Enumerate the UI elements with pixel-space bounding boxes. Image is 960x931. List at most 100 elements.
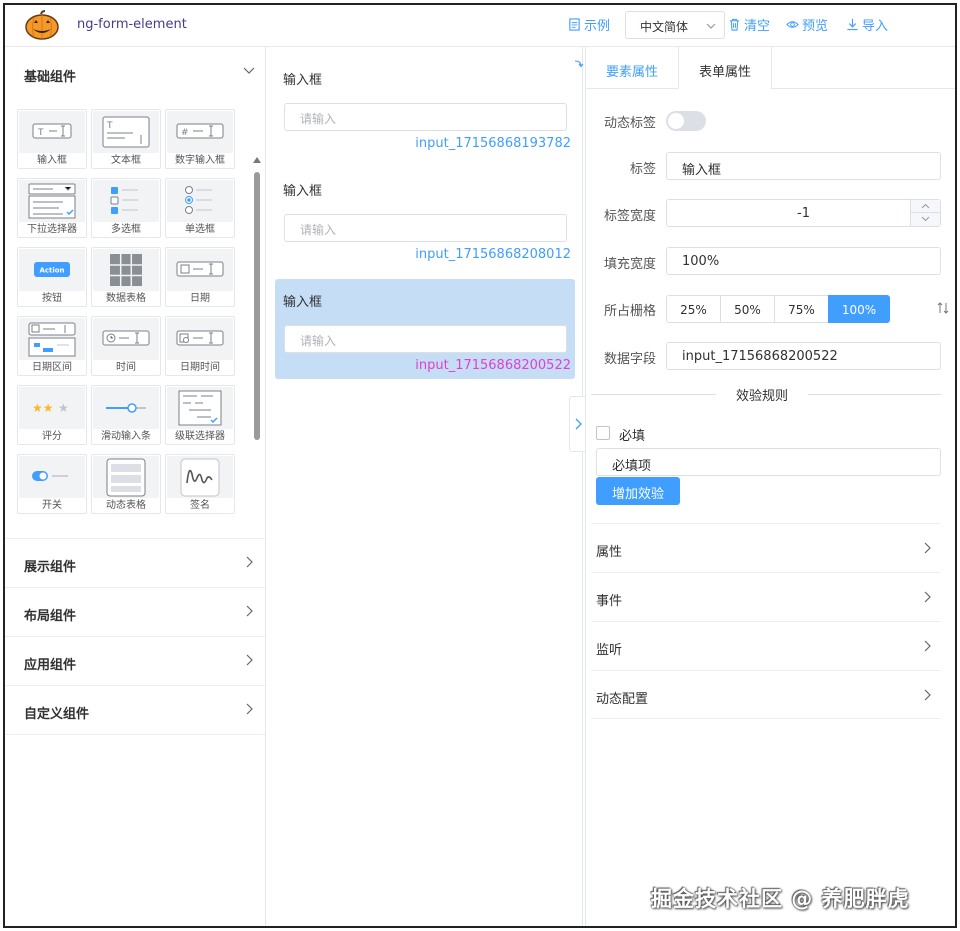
component-tile[interactable]: ★★ ★ 评分: [17, 385, 87, 445]
preview-label: 预览: [802, 19, 829, 34]
label-width-value: -1: [797, 206, 810, 221]
chevron-right-icon: [575, 418, 582, 430]
component-label: 评分: [42, 431, 62, 442]
component-label: 级联选择器: [175, 431, 225, 442]
component-tile[interactable]: T 文本框: [91, 109, 161, 169]
chevron-up-icon[interactable]: [921, 203, 930, 209]
language-value: 中文简体: [640, 20, 689, 34]
component-tile[interactable]: 时间: [91, 316, 161, 376]
section-label: 应用组件: [24, 658, 77, 673]
form-item-input[interactable]: 请输入: [284, 103, 567, 131]
grid-span-selector: 25% 50% 75% 100%: [666, 295, 890, 323]
clear-button[interactable]: 清空: [728, 15, 770, 34]
sort-icon[interactable]: [936, 301, 950, 315]
component-tile[interactable]: 开关: [17, 454, 87, 514]
import-button[interactable]: 导入: [846, 15, 888, 34]
section-custom-components[interactable]: 自定义组件: [5, 686, 265, 735]
form-item-key: input_17156868208012: [415, 247, 571, 262]
trash-icon: [729, 18, 740, 31]
component-tile[interactable]: Action 按钮: [17, 247, 87, 307]
tab-element-properties[interactable]: 要素属性: [586, 47, 678, 89]
chevron-right-icon: [924, 542, 931, 554]
component-grid: T 输入框 T 文本框 # 数字输入框 下拉选择器 多选框 单选框 Action 按钮 数据表格 日期日…: [17, 109, 235, 514]
component-label: 单选框: [185, 224, 215, 235]
form-item[interactable]: 输入框 请输入 input_17156868193782: [275, 57, 575, 157]
scroll-up-arrow[interactable]: [253, 157, 261, 163]
form-item[interactable]: 输入框 请输入 input_17156868208012: [275, 168, 575, 268]
required-checkbox[interactable]: [596, 426, 610, 440]
data-field-input[interactable]: input_17156868200522: [666, 342, 941, 370]
label-width-stepper[interactable]: -1: [666, 199, 941, 227]
grid-option-25[interactable]: 25%: [666, 295, 721, 323]
dynamic-table-icon: [93, 456, 159, 498]
example-button[interactable]: 示例: [568, 15, 610, 34]
date-icon: [167, 249, 233, 291]
form-item-key: input_17156868193782: [415, 136, 571, 151]
document-icon: [569, 18, 580, 31]
eye-icon: [786, 21, 799, 28]
component-label: 日期区间: [32, 362, 72, 373]
stepper-controls[interactable]: [910, 200, 940, 226]
scrollbar[interactable]: [253, 157, 261, 538]
required-message-input[interactable]: 必填项: [596, 448, 941, 476]
dynamic-label-switch[interactable]: [666, 111, 706, 131]
datetime-icon: [167, 318, 233, 360]
component-tile[interactable]: 滑动输入条: [91, 385, 161, 445]
component-tile[interactable]: 日期区间: [17, 316, 87, 376]
component-tile[interactable]: 日期: [165, 247, 235, 307]
label-width-label: 标签宽度: [603, 209, 656, 224]
required-label[interactable]: 必填: [619, 425, 645, 444]
section-display-components[interactable]: 展示组件: [5, 539, 265, 588]
add-rule-button[interactable]: 增加效验: [596, 477, 680, 505]
component-tile[interactable]: T 输入框: [17, 109, 87, 169]
collapse-dynamic-config[interactable]: 动态配置: [591, 670, 941, 719]
component-tile[interactable]: 单选框: [165, 178, 235, 238]
component-tile[interactable]: 多选框: [91, 178, 161, 238]
collapse-attributes[interactable]: 属性: [591, 523, 941, 572]
component-label: 文本框: [111, 155, 141, 166]
scrollbar-thumb[interactable]: [254, 172, 260, 440]
component-tile[interactable]: 动态表格: [91, 454, 161, 514]
component-label: 时间: [116, 362, 136, 373]
component-tile[interactable]: 数据表格: [91, 247, 161, 307]
section-label: 自定义组件: [24, 707, 90, 722]
component-label: 动态表格: [106, 500, 146, 511]
chevron-right-icon: [924, 640, 931, 652]
grid-option-50[interactable]: 50%: [720, 295, 775, 323]
svg-text:★: ★: [58, 401, 69, 415]
component-tile[interactable]: 级联选择器: [165, 385, 235, 445]
svg-text:T: T: [37, 128, 44, 138]
download-icon: [847, 18, 858, 31]
component-tile[interactable]: 日期时间: [165, 316, 235, 376]
svg-text:T: T: [106, 121, 113, 131]
chevron-down-icon[interactable]: [921, 216, 930, 222]
section-app-components[interactable]: 应用组件: [5, 637, 265, 686]
chevron-down-icon: [243, 67, 255, 74]
form-item-selected[interactable]: 输入框 请输入 input_17156868200522: [275, 279, 575, 379]
basic-components-header[interactable]: 基础组件: [5, 47, 265, 99]
component-tile[interactable]: 下拉选择器: [17, 178, 87, 238]
language-select[interactable]: 中文简体: [625, 11, 725, 39]
section-layout-components[interactable]: 布局组件: [5, 588, 265, 637]
signature-icon: [167, 456, 233, 498]
preview-button[interactable]: 预览: [786, 15, 828, 34]
form-item-input[interactable]: 请输入: [284, 325, 567, 353]
component-panel: 基础组件 T 输入框 T 文本框 # 数字输入框 下拉选择器 多选框 单选框 Action 按钮 数据…: [5, 47, 266, 926]
collapse-listeners[interactable]: 监听: [591, 621, 941, 670]
component-label: 开关: [42, 500, 62, 511]
component-tile[interactable]: 签名: [165, 454, 235, 514]
collapse-events[interactable]: 事件: [591, 572, 941, 621]
grid-option-100[interactable]: 100%: [828, 295, 890, 323]
grid-option-75[interactable]: 75%: [774, 295, 829, 323]
header: ng-form-element 示例 中文简体 清空 预览 导入: [5, 5, 955, 47]
label-input[interactable]: 输入框: [666, 152, 941, 180]
tab-form-properties[interactable]: 表单属性: [678, 47, 772, 89]
component-label: 签名: [190, 500, 210, 511]
component-tile[interactable]: # 数字输入框: [165, 109, 235, 169]
app-window: ng-form-element 示例 中文简体 清空 预览 导入 基础组件 T输: [3, 3, 957, 928]
pumpkin-logo-icon: [25, 10, 59, 40]
form-item-input[interactable]: 请输入: [284, 214, 567, 242]
collapse-label: 属性: [596, 545, 623, 560]
section-label: 布局组件: [24, 609, 77, 624]
fill-width-input[interactable]: 100%: [666, 247, 941, 275]
